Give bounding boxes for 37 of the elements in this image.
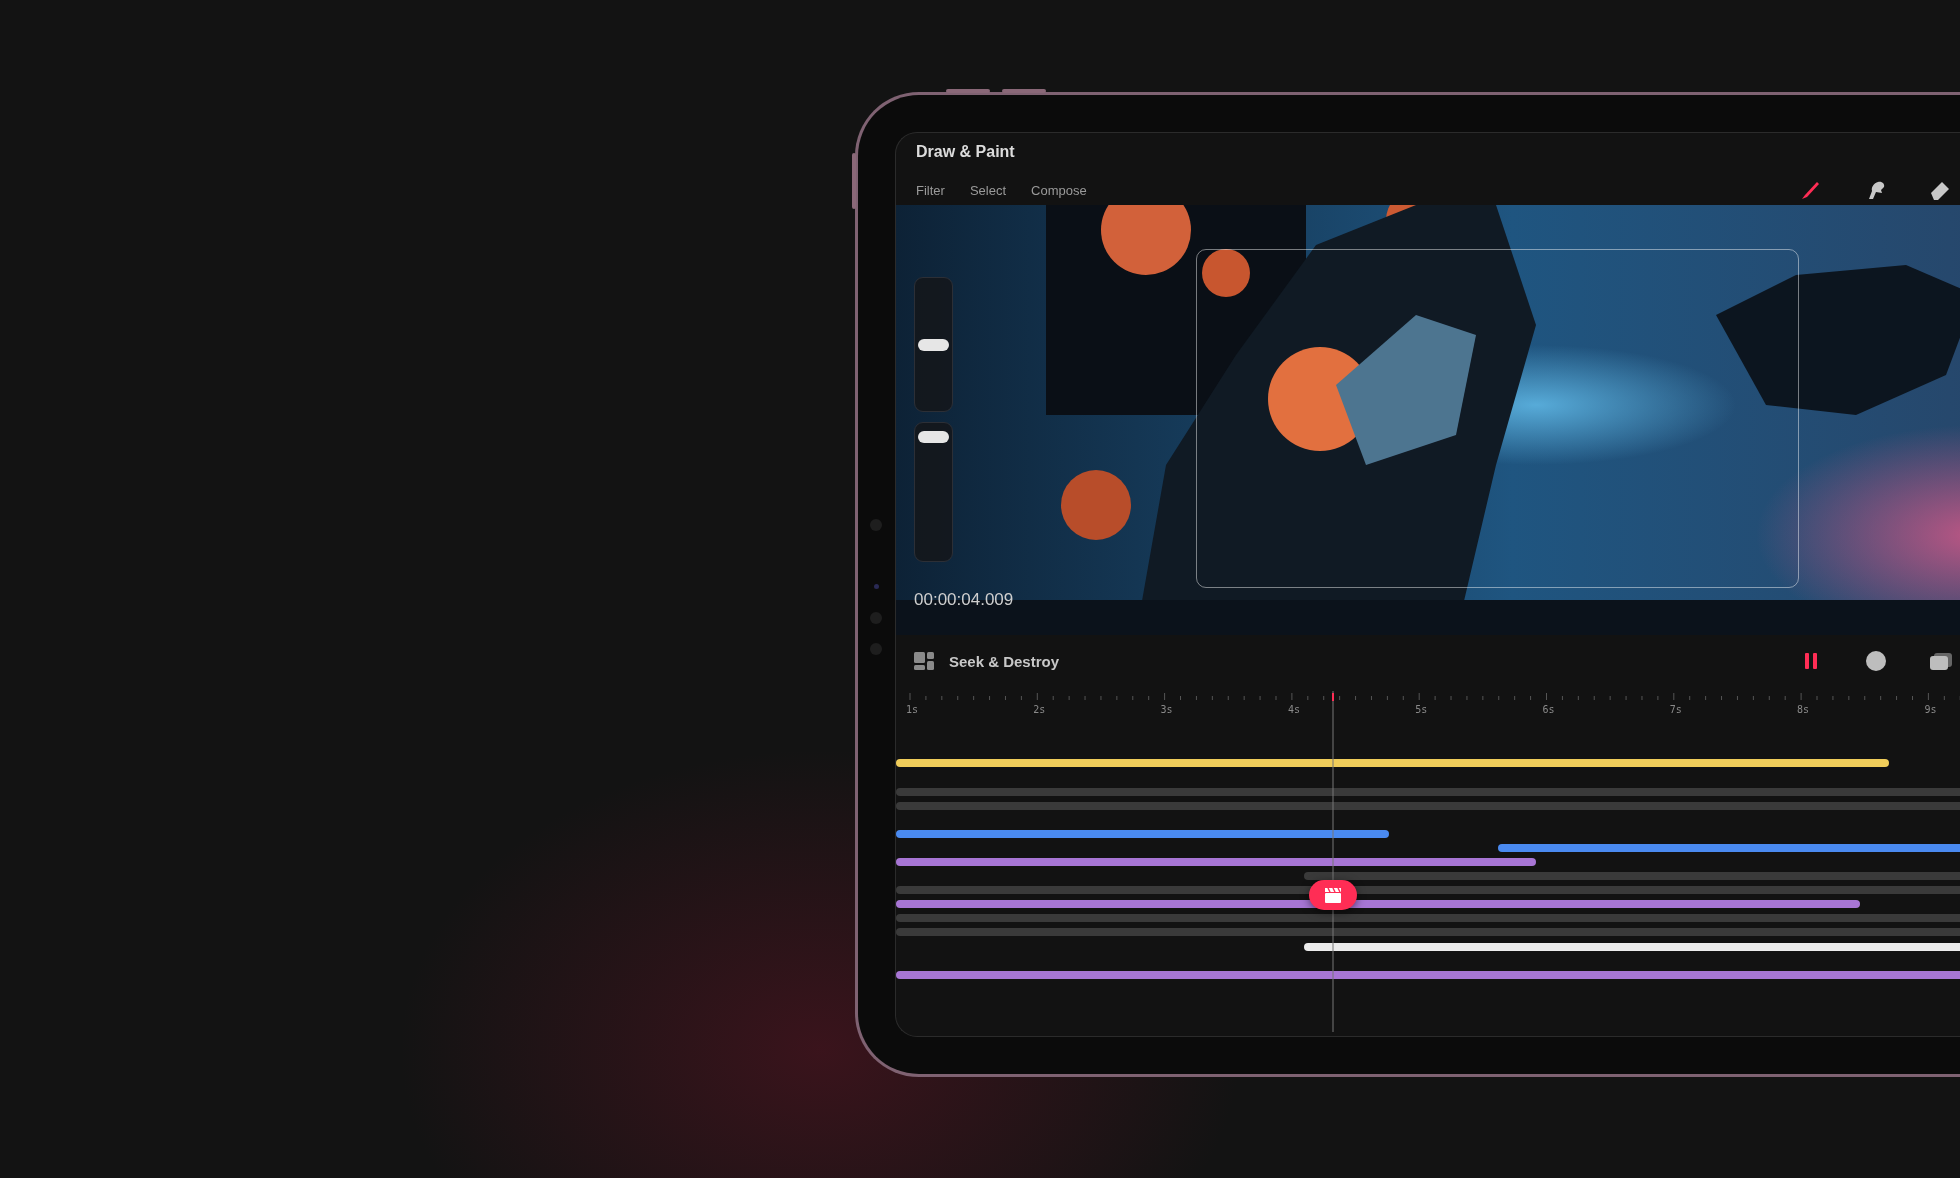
track-clip[interactable] bbox=[896, 830, 1389, 838]
track-clip[interactable] bbox=[896, 802, 1960, 810]
ruler-label: 7s bbox=[1669, 704, 1682, 715]
track-clip[interactable] bbox=[896, 971, 1960, 979]
ruler-label: 6s bbox=[1542, 704, 1555, 715]
clapperboard-icon bbox=[1324, 887, 1342, 903]
ruler-label: 8s bbox=[1797, 704, 1810, 715]
clip-marker[interactable] bbox=[1309, 880, 1357, 910]
track-clip[interactable] bbox=[1498, 844, 1960, 852]
track-clip[interactable] bbox=[896, 788, 1960, 796]
menu-item[interactable]: Filter bbox=[916, 182, 945, 198]
timecode: 00:00:04.009 bbox=[914, 590, 1014, 610]
ruler-label: 3s bbox=[1160, 704, 1173, 715]
vertical-slider[interactable] bbox=[914, 422, 953, 562]
track-clip[interactable] bbox=[1304, 943, 1960, 951]
ruler-label: 9s bbox=[1924, 704, 1937, 715]
track-clip[interactable] bbox=[896, 900, 1860, 908]
slider-thumb[interactable] bbox=[918, 338, 949, 351]
vertical-slider[interactable] bbox=[914, 277, 953, 412]
menu-item[interactable]: Compose bbox=[1031, 182, 1087, 198]
ruler-label: 5s bbox=[1415, 704, 1428, 715]
layout-icon[interactable] bbox=[914, 652, 934, 670]
ruler-label: 4s bbox=[1287, 704, 1300, 715]
track-clip[interactable] bbox=[896, 886, 1960, 894]
track-clip[interactable] bbox=[896, 914, 1960, 922]
track-clip[interactable] bbox=[896, 858, 1536, 866]
track-clip[interactable] bbox=[896, 759, 1889, 767]
ruler-label: 2s bbox=[1033, 704, 1046, 715]
record-icon[interactable] bbox=[1864, 649, 1888, 673]
project-title: Seek & Destroy bbox=[949, 652, 1060, 670]
slider-thumb[interactable] bbox=[918, 430, 949, 443]
app-title: Draw & Paint bbox=[916, 142, 1015, 162]
sensor-dot bbox=[874, 584, 879, 589]
track-clip[interactable] bbox=[1304, 872, 1960, 880]
menu-item[interactable]: Select bbox=[969, 182, 1007, 198]
track-clip[interactable] bbox=[896, 928, 1960, 936]
ruler-label: 1s bbox=[906, 704, 919, 715]
